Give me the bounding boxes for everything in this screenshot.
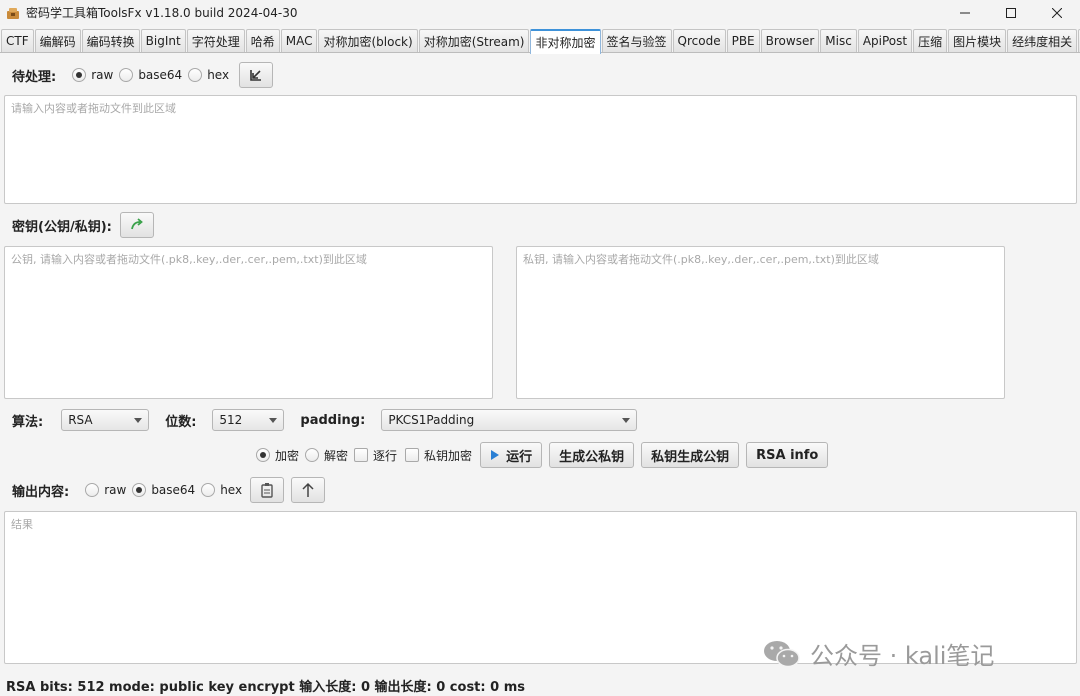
copy-output-button[interactable] — [250, 477, 285, 503]
algo-value: RSA — [68, 413, 93, 427]
radio-icon — [85, 483, 100, 497]
decrypt-radio[interactable]: 解密 — [305, 447, 348, 464]
tab-asymmetric[interactable]: 非对称加密 — [530, 29, 601, 54]
wechat-icon — [764, 640, 800, 667]
checkbox-icon — [405, 448, 420, 462]
radio-selected-icon — [256, 448, 270, 462]
radio-icon — [201, 483, 216, 497]
tab-browser[interactable]: Browser — [760, 29, 820, 52]
window-title: 密码学工具箱ToolsFx v1.18.0 build 2024-04-30 — [26, 6, 298, 20]
share-arrow-icon — [130, 218, 143, 230]
watermark-text: 公众号 · kali笔记 — [810, 642, 995, 670]
line-by-line-checkbox[interactable]: 逐行 — [354, 447, 397, 464]
tab-symmetric-block[interactable]: 对称加密(block) — [318, 29, 418, 52]
input-hex-radio[interactable]: hex — [188, 68, 229, 82]
padding-label: padding: — [300, 412, 366, 428]
tab-compress[interactable]: 压缩 — [913, 29, 948, 52]
watermark: 公众号 · kali笔记 — [762, 636, 994, 671]
bits-select[interactable]: 512 — [212, 409, 285, 431]
checkbox-icon — [354, 448, 369, 462]
output-raw-radio[interactable]: raw — [85, 483, 126, 497]
radio-icon — [188, 68, 203, 82]
key-label: 密钥(公钥/私钥): — [12, 219, 112, 235]
padding-value: PKCS1Padding — [388, 413, 475, 427]
tab-bigint[interactable]: BigInt — [140, 29, 186, 52]
public-key-placeholder: 公钥, 请输入内容或者拖动文件(.pk8,.key,.der,.cer,.pem… — [11, 253, 367, 266]
output-base64-radio[interactable]: base64 — [132, 483, 195, 497]
chevron-down-icon — [269, 417, 278, 423]
clipboard-icon — [261, 483, 273, 498]
tab-string-process[interactable]: 字符处理 — [186, 29, 245, 52]
tab-pbe[interactable]: PBE — [726, 29, 760, 52]
tab-image[interactable]: 图片模块 — [948, 29, 1007, 52]
import-arrow-icon — [250, 70, 262, 81]
chevron-down-icon — [622, 417, 631, 423]
status-bar: RSA bits: 512 mode: public key encrypt 输… — [6, 680, 525, 695]
input-label: 待处理: — [12, 69, 57, 85]
close-icon — [1052, 7, 1062, 18]
arrow-up-icon — [302, 482, 314, 497]
title-bar: 密码学工具箱ToolsFx v1.18.0 build 2024-04-30 — [0, 0, 1080, 25]
output-hex-radio[interactable]: hex — [201, 483, 242, 497]
input-placeholder: 请输入内容或者拖动文件到此区域 — [11, 102, 176, 115]
output-label: 输出内容: — [12, 484, 70, 500]
tab-hash[interactable]: 哈希 — [245, 29, 280, 52]
generate-keypair-button[interactable]: 生成公私钥 — [549, 442, 635, 468]
tab-ctf[interactable]: CTF — [1, 29, 34, 52]
rsa-info-button[interactable]: RSA info — [746, 442, 829, 468]
import-file-button[interactable] — [239, 62, 274, 88]
radio-icon — [305, 448, 320, 462]
play-icon — [491, 450, 500, 460]
private-key-placeholder: 私钥, 请输入内容或者拖动文件(.pk8,.key,.der,.cer,.pem… — [523, 253, 879, 266]
key-share-button[interactable] — [119, 212, 154, 238]
input-raw-radio[interactable]: raw — [72, 68, 113, 82]
encrypt-radio[interactable]: 加密 — [256, 447, 299, 464]
public-key-textarea[interactable]: 公钥, 请输入内容或者拖动文件(.pk8,.key,.der,.cer,.pem… — [4, 246, 493, 399]
input-base64-radio[interactable]: base64 — [119, 68, 182, 82]
algo-label: 算法: — [12, 414, 44, 430]
private-encrypt-checkbox[interactable]: 私钥加密 — [405, 447, 472, 464]
padding-select[interactable]: PKCS1Padding — [381, 409, 638, 431]
tab-signature[interactable]: 签名与验签 — [601, 29, 672, 52]
chevron-down-icon — [134, 417, 143, 423]
input-textarea[interactable]: 请输入内容或者拖动文件到此区域 — [4, 95, 1077, 204]
tab-bar: CTF 编解码 编码转换 BigInt 字符处理 哈希 MAC 对称加密(blo… — [0, 29, 1080, 54]
tab-qrcode[interactable]: Qrcode — [672, 29, 726, 52]
close-button[interactable] — [1034, 0, 1080, 25]
bits-value: 512 — [219, 413, 243, 427]
tab-misc[interactable]: Misc — [820, 29, 857, 52]
algo-select[interactable]: RSA — [61, 409, 150, 431]
tab-symmetric-stream[interactable]: 对称加密(Stream) — [418, 29, 530, 52]
move-up-button[interactable] — [291, 477, 326, 503]
tab-mac[interactable]: MAC — [280, 29, 318, 52]
tab-geo[interactable]: 经纬度相关 — [1007, 29, 1078, 52]
private-key-textarea[interactable]: 私钥, 请输入内容或者拖动文件(.pk8,.key,.der,.cer,.pem… — [516, 246, 1005, 399]
private-to-public-button[interactable]: 私钥生成公钥 — [641, 442, 740, 468]
app-icon — [7, 7, 19, 19]
bits-label: 位数: — [165, 414, 197, 430]
tab-apipost[interactable]: ApiPost — [857, 29, 913, 52]
maximize-button[interactable] — [988, 0, 1034, 25]
radio-icon — [119, 68, 134, 82]
maximize-icon — [1006, 7, 1016, 18]
run-button[interactable]: 运行 — [480, 442, 543, 468]
radio-selected-icon — [72, 68, 87, 82]
minimize-icon — [960, 12, 970, 13]
radio-selected-icon — [132, 483, 147, 497]
minimize-button[interactable] — [942, 0, 988, 25]
tab-encoding-convert[interactable]: 编码转换 — [81, 29, 140, 52]
output-placeholder: 结果 — [11, 518, 33, 531]
tab-codec[interactable]: 编解码 — [34, 29, 81, 52]
